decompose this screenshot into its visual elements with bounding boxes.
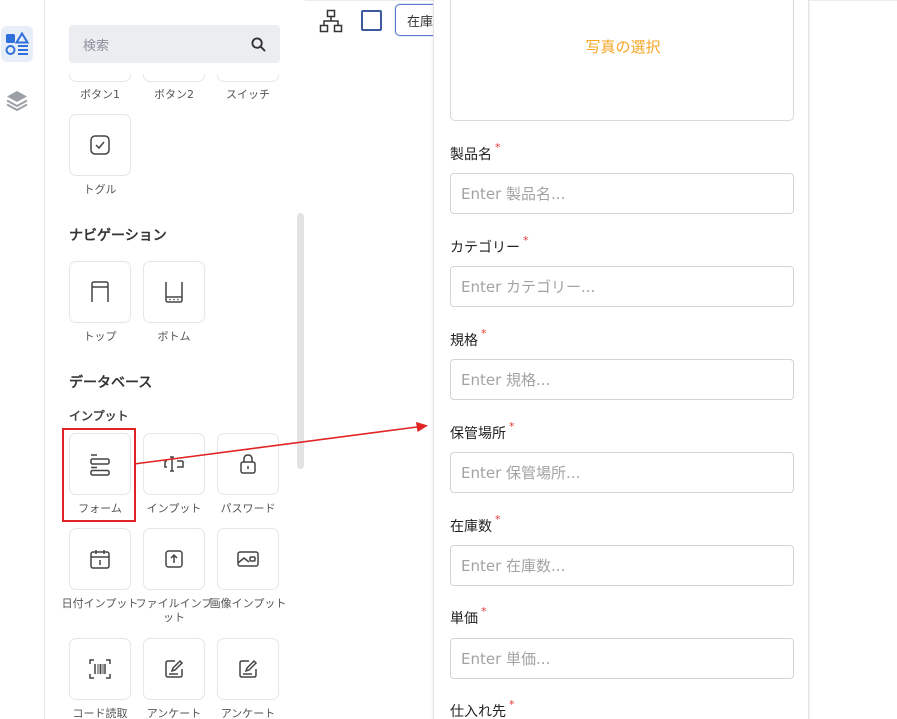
date-input-tile[interactable] (69, 528, 131, 590)
field-label: 仕入れ先 * (450, 698, 515, 719)
survey-label-1: アンケート (146, 707, 202, 719)
navigation-heading: ナビゲーション (69, 228, 167, 244)
field-label: 製品名 * (450, 141, 501, 163)
components-icon[interactable] (1, 26, 33, 62)
search-placeholder: 検索 (83, 38, 110, 54)
button2-tile[interactable] (143, 74, 205, 82)
layers-icon[interactable] (1, 82, 33, 118)
switch-tile[interactable] (217, 74, 279, 82)
file-input-tile[interactable] (143, 528, 205, 590)
product-name-input[interactable]: Enter 製品名... (450, 173, 794, 214)
stock-quantity-input[interactable]: Enter 在庫数... (450, 545, 794, 586)
search-input[interactable]: 検索 (69, 25, 280, 63)
annotation-highlight-box (62, 428, 136, 522)
image-input-tile[interactable] (217, 528, 279, 590)
components-panel: 検索 ボタン1 ボタン2 スイッチ トグル ナビゲーション トップ ボトム デー… (45, 0, 305, 719)
image-icon (237, 551, 259, 567)
button1-label: ボタン1 (80, 88, 120, 101)
lock-icon (240, 454, 256, 474)
storage-location-input[interactable]: Enter 保管場所... (450, 452, 794, 493)
calendar-icon (90, 550, 110, 569)
date-input-label: 日付インプット (61, 597, 139, 610)
switch-label: スイッチ (226, 88, 270, 101)
unit-price-input[interactable]: Enter 単価... (450, 638, 794, 679)
search-icon[interactable] (251, 36, 266, 52)
survey-label-2: アンケート (220, 707, 276, 719)
image-input-label: 画像インプット (209, 597, 287, 610)
field-label: 在庫数 * (450, 513, 501, 535)
spec-input[interactable]: Enter 規格... (450, 359, 794, 400)
sitemap-icon[interactable] (318, 8, 344, 34)
input-subheading: インプット (69, 409, 129, 423)
field-label: カテゴリー * (450, 234, 529, 256)
edit-icon (165, 659, 184, 678)
top-nav-tile[interactable] (69, 261, 131, 323)
panel-scrollbar[interactable] (297, 213, 304, 469)
photo-select-link[interactable]: 写真の選択 (451, 36, 795, 57)
bottom-nav-icon (165, 282, 183, 303)
password-label: パスワード (220, 502, 276, 515)
file-input-label: ファイルインプット (135, 597, 213, 624)
field-label: 単価 * (450, 605, 487, 627)
barcode-icon (89, 659, 111, 679)
bottom-nav-tile[interactable] (143, 261, 205, 323)
frame-toggle-icon[interactable] (361, 10, 382, 31)
upload-icon (165, 550, 183, 568)
photo-upload-area[interactable]: 写真の選択 (450, 0, 794, 121)
survey-tile-2[interactable] (217, 638, 279, 700)
field-label: 規格 * (450, 327, 487, 349)
field-label: 保管場所 * (450, 420, 515, 442)
bottom-nav-label: ボトム (157, 330, 191, 343)
password-tile[interactable] (217, 433, 279, 495)
input-label: インプット (146, 502, 202, 515)
checkbox-icon (90, 135, 110, 155)
top-nav-icon (91, 281, 109, 302)
button1-tile[interactable] (69, 74, 131, 82)
category-input[interactable]: Enter カテゴリー... (450, 266, 794, 307)
input-tile[interactable] (143, 433, 205, 495)
edit-icon (239, 659, 258, 678)
left-rail (0, 0, 45, 719)
text-cursor-icon (164, 456, 184, 472)
toggle-label: トグル (83, 183, 117, 196)
app-root: 検索 ボタン1 ボタン2 スイッチ トグル ナビゲーション トップ ボトム デー… (0, 0, 897, 719)
database-heading: データベース (69, 375, 153, 391)
toggle-tile[interactable] (69, 114, 131, 176)
form-preview: 写真の選択 製品名 * Enter 製品名... カテゴリー * Enter カテゴ… (433, 0, 809, 719)
button2-label: ボタン2 (154, 88, 194, 101)
top-nav-label: トップ (83, 330, 117, 343)
survey-tile-1[interactable] (143, 638, 205, 700)
code-reader-label: コード読取 (72, 707, 128, 719)
code-reader-tile[interactable] (69, 638, 131, 700)
